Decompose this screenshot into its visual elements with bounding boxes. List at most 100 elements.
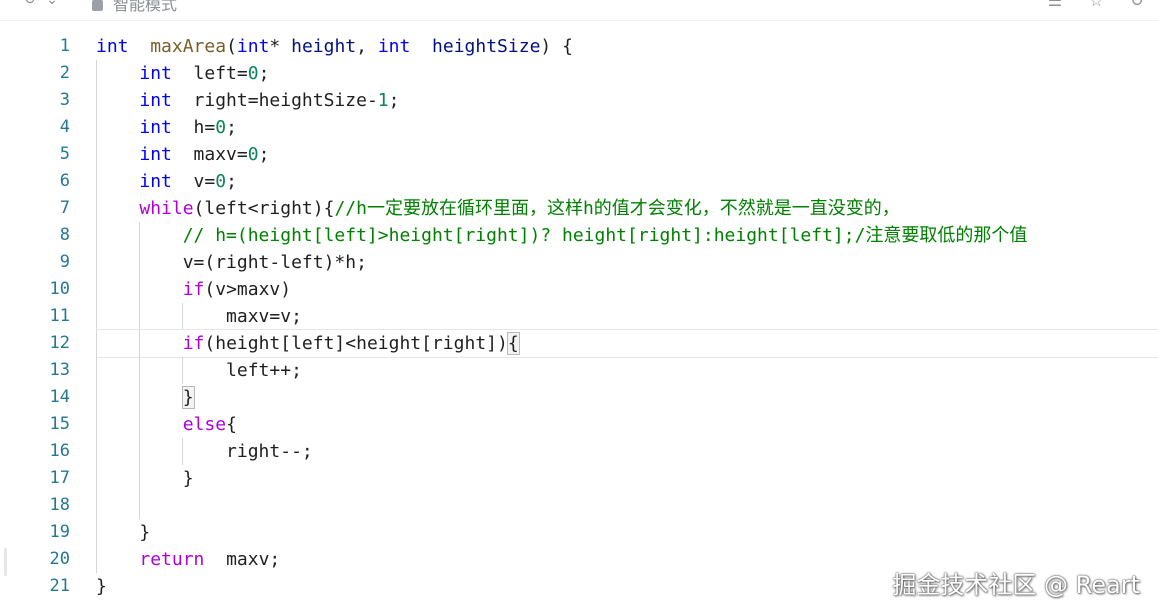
code-text: // h=(height[left]>height[right])? heigh… xyxy=(96,222,1028,249)
line-number: 9 xyxy=(59,252,70,272)
code-token: 0 xyxy=(215,171,227,192)
line-number: 8 xyxy=(59,225,70,245)
side-resize-handle[interactable] xyxy=(4,548,7,576)
code-token: } xyxy=(181,386,195,409)
line-number: 12 xyxy=(49,333,70,353)
line-number: 19 xyxy=(49,522,70,542)
code-text: int right=heightSize-1; xyxy=(96,87,399,114)
code-line[interactable]: 6 int v=0; xyxy=(0,168,1158,195)
code-text: maxv=v; xyxy=(96,303,302,330)
code-text: if(height[left]<height[right]){ xyxy=(96,330,520,357)
code-token: int xyxy=(139,144,172,165)
code-line[interactable]: 12 if(height[left]<height[right]){ xyxy=(0,329,1158,358)
code-token: } xyxy=(96,576,107,597)
mode-label: 智能模式 xyxy=(113,0,178,14)
reset-icon[interactable]: ↺ xyxy=(1131,0,1144,10)
code-line[interactable]: 17 } xyxy=(0,465,1158,492)
mode-selector[interactable]: 智能模式 xyxy=(92,0,177,15)
code-token: while xyxy=(139,198,194,219)
code-line[interactable]: 2 int left=0; xyxy=(0,60,1158,87)
code-line[interactable]: 7 while(left<right){//h一定要放在循环里面，这样h的值才会… xyxy=(0,195,1158,222)
code-text: left++; xyxy=(96,357,302,384)
code-text: } xyxy=(96,465,194,492)
code-token: right=heightSize- xyxy=(171,90,378,111)
code-line[interactable]: 5 int maxv=0; xyxy=(0,141,1158,168)
code-token: ) { xyxy=(540,36,573,57)
menu-icon[interactable]: ☰ xyxy=(1048,0,1062,10)
code-text: v=(right-left)*h; xyxy=(96,249,367,276)
code-token: //h一定要放在循环里面，这样h的值才会变化，不然就是一直没变的， xyxy=(334,198,900,219)
code-token: else xyxy=(182,414,227,435)
line-number: 1 xyxy=(59,36,70,56)
code-token: v=(right-left)*h; xyxy=(96,252,367,273)
code-line[interactable]: 14 } xyxy=(0,384,1158,411)
code-token: 0 xyxy=(247,63,259,84)
code-line[interactable]: 16 right--; xyxy=(0,438,1158,465)
code-token: (v>maxv) xyxy=(204,279,292,300)
code-line[interactable]: 13 left++; xyxy=(0,357,1158,384)
code-text: int maxv=0; xyxy=(96,141,269,168)
code-editor[interactable]: 1 int maxArea(int* height, int heightSize… xyxy=(0,33,1158,600)
code-line[interactable]: 15 else{ xyxy=(0,411,1158,438)
code-token: ; xyxy=(226,117,237,138)
code-token: maxv=v; xyxy=(96,306,302,327)
code-text: right--; xyxy=(96,438,313,465)
code-line[interactable]: 9 v=(right-left)*h; xyxy=(0,249,1158,276)
code-token: v= xyxy=(171,171,216,192)
code-text: int h=0; xyxy=(96,114,237,141)
code-token: ; xyxy=(258,144,270,165)
refresh-icon[interactable]: ↻ xyxy=(24,0,36,8)
code-line[interactable]: 11 maxv=v; xyxy=(0,303,1158,330)
code-text: int v=0; xyxy=(96,168,237,195)
mode-icon xyxy=(92,0,103,11)
line-number: 4 xyxy=(59,117,70,137)
code-line[interactable]: 8 // h=(height[left]>height[right])? hei… xyxy=(0,222,1158,249)
chevron-down-icon[interactable]: ⌄ xyxy=(46,0,58,8)
line-number: 11 xyxy=(49,306,70,326)
code-token: 0 xyxy=(247,144,259,165)
code-token: } xyxy=(96,522,151,543)
code-line[interactable]: 4 int h=0; xyxy=(0,114,1158,141)
toolbar-right-icons: ☰ ☆ ↺ xyxy=(1026,0,1144,10)
code-text: int left=0; xyxy=(96,60,269,87)
code-token: if xyxy=(182,333,205,354)
code-token: 1 xyxy=(377,90,389,111)
code-line[interactable]: 18 xyxy=(0,492,1158,519)
code-token: right--; xyxy=(96,441,313,462)
line-number: 7 xyxy=(59,198,70,218)
watermark: 掘金技术社区 @ Reart xyxy=(892,571,1140,599)
code-line[interactable]: 3 int right=heightSize-1; xyxy=(0,87,1158,114)
code-token: , xyxy=(356,36,378,57)
code-token: ; xyxy=(226,171,237,192)
code-text: if(v>maxv) xyxy=(96,276,291,303)
code-text: return maxv; xyxy=(96,546,280,573)
code-token: int xyxy=(236,36,270,57)
code-token: int xyxy=(96,36,129,57)
indent-guide xyxy=(139,492,140,519)
code-line[interactable]: 19 } xyxy=(0,519,1158,546)
code-line[interactable]: 10 if(v>maxv) xyxy=(0,276,1158,303)
code-line[interactable]: 1 int maxArea(int* height, int heightSize… xyxy=(0,33,1158,60)
code-token: maxArea xyxy=(150,36,227,57)
line-number: 20 xyxy=(49,549,70,569)
code-token: int xyxy=(139,63,172,84)
code-token: } xyxy=(96,468,194,489)
star-icon[interactable]: ☆ xyxy=(1089,0,1103,10)
code-text: } xyxy=(96,573,107,600)
line-number: 14 xyxy=(49,387,70,407)
line-number: 13 xyxy=(49,360,70,380)
code-token: height xyxy=(291,36,357,57)
code-text: while(left<right){//h一定要放在循环里面，这样h的值才会变化… xyxy=(96,195,900,222)
